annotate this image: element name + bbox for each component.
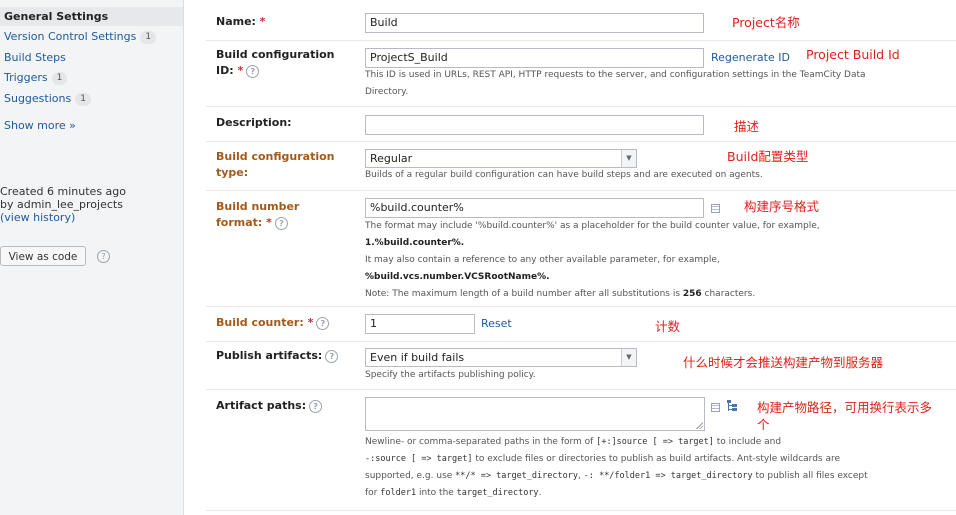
chevron-down-icon: ▼	[621, 150, 636, 167]
annotation-name: Project名称	[732, 15, 800, 30]
annotation-publish: 什么时候才会推送构建产物到服务器	[683, 355, 884, 370]
help-icon[interactable]: ?	[274, 217, 288, 230]
view-as-code-button[interactable]: View as code	[0, 246, 86, 266]
sidebar-item-label: Build Steps	[4, 51, 66, 64]
sidebar-item-label: Suggestions	[4, 92, 72, 105]
annotation-build-id: Project Build Id	[806, 47, 900, 62]
sidebar-item-label: Version Control Settings	[4, 30, 137, 43]
name-input[interactable]: Build	[365, 13, 704, 33]
artifact-paths-textarea[interactable]	[365, 397, 705, 431]
count-badge: 1	[75, 93, 91, 106]
publish-artifacts-label: Publish artifacts:?	[216, 348, 339, 364]
divider	[206, 389, 956, 390]
reset-counter-link[interactable]: Reset	[481, 317, 512, 330]
show-more-link[interactable]: Show more »	[4, 119, 76, 132]
help-icon[interactable]: ?	[325, 350, 339, 363]
resize-handle-icon[interactable]	[696, 422, 703, 429]
settings-form: Name: * Build Project名称 Build configurat…	[184, 0, 956, 515]
created-by: by admin_lee_projects	[0, 198, 123, 211]
sidebar-item-label: Triggers	[4, 71, 48, 84]
name-label: Name: *	[216, 15, 266, 28]
help-icon[interactable]: ?	[97, 250, 110, 263]
build-counter-input[interactable]: 1	[365, 314, 475, 334]
artifact-paths-label: Artifact paths:?	[216, 398, 323, 414]
publish-artifacts-note: Specify the artifacts publishing policy.	[365, 370, 536, 380]
annotation-counter: 计数	[655, 319, 681, 334]
divider	[206, 40, 956, 41]
count-badge: 1	[140, 31, 157, 44]
divider	[206, 510, 956, 511]
view-history-link[interactable]: (view history)	[0, 211, 75, 224]
sidebar-item-general-settings[interactable]: General Settings	[0, 7, 183, 26]
build-id-input[interactable]: ProjectS_Build	[365, 48, 704, 68]
sidebar-item-build-steps[interactable]: Build Steps	[4, 51, 66, 64]
divider	[206, 190, 956, 191]
file-tree-icon[interactable]	[726, 400, 738, 412]
sidebar-item-triggers[interactable]: Triggers 1	[4, 71, 68, 85]
divider	[206, 306, 956, 307]
help-icon[interactable]: ?	[309, 400, 323, 413]
build-counter-label: Build counter: *?	[216, 315, 330, 331]
publish-artifacts-select[interactable]: Even if build fails ▼	[365, 348, 637, 367]
divider	[206, 341, 956, 342]
help-icon[interactable]: ?	[246, 65, 260, 78]
number-format-note: The format may include '%build.counter%'…	[365, 221, 820, 299]
annotation-artifact-paths: 构建产物路径，可用换行表示多 个	[757, 400, 933, 432]
sidebar-item-suggestions[interactable]: Suggestions 1	[4, 92, 91, 106]
sidebar-item-label: General Settings	[4, 10, 109, 23]
chevron-down-icon: ▼	[621, 349, 636, 366]
sidebar-item-vcs-settings[interactable]: Version Control Settings 1	[4, 30, 157, 44]
annotation-number-format: 构建序号格式	[744, 199, 820, 214]
count-badge: 1	[51, 72, 68, 85]
regenerate-id-link[interactable]: Regenerate ID	[711, 51, 790, 64]
sidebar: General Settings Version Control Setting…	[0, 0, 184, 515]
number-format-label: Build number format: *?	[216, 200, 300, 230]
parameter-picker-icon[interactable]	[711, 204, 720, 213]
build-id-note: This ID is used in URLs, REST API, HTTP …	[365, 70, 866, 97]
build-id-label: Build configuration ID: *?	[216, 48, 335, 78]
description-input[interactable]	[365, 115, 704, 135]
config-type-label: Build configuration type:	[216, 150, 335, 179]
annotation-config-type: Build配置类型	[727, 149, 809, 164]
description-label: Description:	[216, 116, 292, 129]
config-type-select[interactable]: Regular ▼	[365, 149, 637, 168]
divider	[206, 141, 956, 142]
config-type-note: Builds of a regular build configuration …	[365, 170, 763, 180]
divider	[206, 106, 956, 107]
parameter-picker-icon[interactable]	[711, 403, 720, 412]
annotation-description: 描述	[734, 119, 760, 134]
number-format-input[interactable]: %build.counter%	[365, 198, 704, 218]
help-icon[interactable]: ?	[316, 317, 330, 330]
created-info: Created 6 minutes ago	[0, 185, 127, 198]
artifact-paths-note: Newline- or comma-separated paths in the…	[365, 437, 868, 498]
